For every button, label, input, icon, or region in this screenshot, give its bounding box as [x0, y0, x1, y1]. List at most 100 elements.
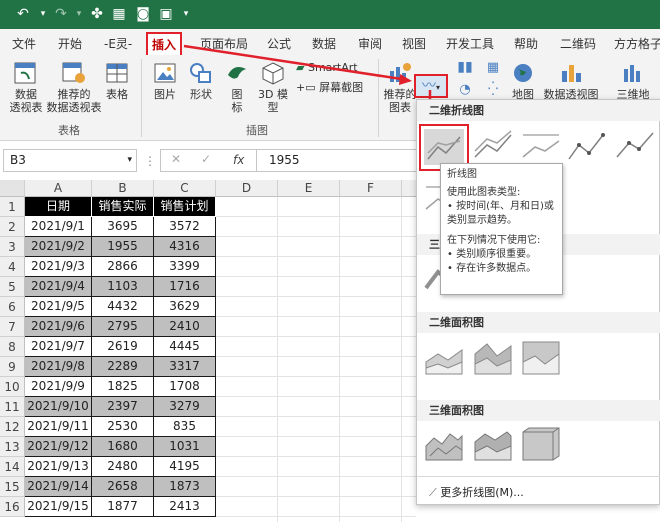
date-cell[interactable]: 2021/9/1 — [25, 217, 92, 237]
column-header-b[interactable]: B — [92, 180, 154, 197]
date-cell[interactable]: 2021/9/10 — [25, 397, 92, 417]
actual-cell[interactable]: 2619 — [92, 337, 154, 357]
date-cell[interactable]: 2021/9/3 — [25, 257, 92, 277]
empty-cells[interactable] — [216, 197, 416, 522]
plan-cell[interactable]: 3399 — [154, 257, 216, 277]
actual-cell[interactable]: 2795 — [92, 317, 154, 337]
actual-cell[interactable]: 2530 — [92, 417, 154, 437]
row-header[interactable]: 11 — [0, 397, 25, 417]
header-cell-actual[interactable]: 销售实际 — [92, 197, 154, 217]
header-cell-date[interactable]: 日期 — [25, 197, 92, 217]
actual-cell[interactable]: 1103 — [92, 277, 154, 297]
plan-cell[interactable]: 835 — [154, 417, 216, 437]
row-header[interactable]: 3 — [0, 237, 25, 257]
name-box[interactable]: B3 ▾ — [3, 149, 137, 172]
actual-cell[interactable]: 2658 — [92, 477, 154, 497]
row-header[interactable]: 10 — [0, 377, 25, 397]
confirm-icon[interactable]: ✓ — [201, 152, 211, 166]
date-cell[interactable]: 2021/9/4 — [25, 277, 92, 297]
date-cell[interactable]: 2021/9/2 — [25, 237, 92, 257]
actual-cell[interactable]: 1955 — [92, 237, 154, 257]
actual-cell[interactable]: 2397 — [92, 397, 154, 417]
row-header[interactable]: 1 — [0, 197, 25, 217]
tooltip-line: 使用此图表类型: — [447, 187, 521, 198]
row-header[interactable]: 14 — [0, 457, 25, 477]
plan-cell[interactable]: 1708 — [154, 377, 216, 397]
more-line-charts-link[interactable]: ⟋ 更多折线图(M)... — [429, 484, 524, 500]
arrow-line-to-chart — [183, 44, 409, 82]
area-thumb[interactable] — [424, 340, 464, 376]
column-header-d[interactable]: D — [216, 180, 278, 197]
row-header[interactable]: 16 — [0, 497, 25, 517]
row-header[interactable]: 12 — [0, 417, 25, 437]
date-cell[interactable]: 2021/9/12 — [25, 437, 92, 457]
row-header[interactable]: 4 — [0, 257, 25, 277]
section-3d-area: 三维面积图 — [417, 400, 660, 421]
date-cell[interactable]: 2021/9/9 — [25, 377, 92, 397]
chart-tooltip: 折线图 使用此图表类型: • 按时间(年、月和日)或类别显示趋势。 在下列情况下… — [440, 163, 563, 295]
actual-cell[interactable]: 3695 — [92, 217, 154, 237]
section-2d-line: 二维折线图 — [417, 100, 660, 121]
date-cell[interactable]: 2021/9/13 — [25, 457, 92, 477]
3d-percent-area-thumb[interactable] — [521, 426, 561, 462]
actual-cell[interactable]: 2866 — [92, 257, 154, 277]
plan-cell[interactable]: 4195 — [154, 457, 216, 477]
3d-area-thumb[interactable] — [424, 426, 464, 462]
tooltip-title: 折线图 — [447, 169, 477, 180]
row-header[interactable]: 13 — [0, 437, 25, 457]
plan-cell[interactable]: 3629 — [154, 297, 216, 317]
stacked-line-thumb[interactable] — [473, 129, 513, 165]
plan-cell[interactable]: 3279 — [154, 397, 216, 417]
row-header[interactable]: 5 — [0, 277, 25, 297]
plan-cell[interactable]: 1716 — [154, 277, 216, 297]
actual-cell[interactable]: 1877 — [92, 497, 154, 517]
actual-cell[interactable]: 4432 — [92, 297, 154, 317]
section-2d-area: 二维面积图 — [417, 312, 660, 333]
row-header[interactable]: 9 — [0, 357, 25, 377]
plan-cell[interactable]: 3317 — [154, 357, 216, 377]
date-cell[interactable]: 2021/9/6 — [25, 317, 92, 337]
formula-controls: ✕ ✓ fx — [160, 149, 256, 172]
column-header-a[interactable]: A — [25, 180, 92, 197]
actual-cell[interactable]: 1825 — [92, 377, 154, 397]
column-header-e[interactable]: E — [278, 180, 340, 197]
plan-cell[interactable]: 2413 — [154, 497, 216, 517]
plan-cell[interactable]: 1031 — [154, 437, 216, 457]
actual-cell[interactable]: 1680 — [92, 437, 154, 457]
row-header[interactable]: 2 — [0, 217, 25, 237]
percent-stacked-area-thumb[interactable] — [521, 340, 561, 376]
column-header-c[interactable]: C — [154, 180, 216, 197]
line-markers-thumb[interactable] — [567, 129, 607, 165]
row-header[interactable]: 15 — [0, 477, 25, 497]
percent-stacked-line-thumb[interactable] — [521, 129, 561, 165]
column-header-f[interactable]: F — [340, 180, 402, 197]
stacked-area-thumb[interactable] — [473, 340, 513, 376]
actual-cell[interactable]: 2480 — [92, 457, 154, 477]
header-cell-plan[interactable]: 销售计划 — [154, 197, 216, 217]
date-cell[interactable]: 2021/9/8 — [25, 357, 92, 377]
date-cell[interactable]: 2021/9/14 — [25, 477, 92, 497]
select-all-corner[interactable] — [0, 180, 25, 197]
row-header[interactable]: 6 — [0, 297, 25, 317]
plan-cell[interactable]: 2410 — [154, 317, 216, 337]
arrow-head-to-chart — [399, 74, 412, 85]
chevron-down-icon: ▾ — [127, 155, 132, 165]
plan-cell[interactable]: 3572 — [154, 217, 216, 237]
tooltip-line: • 按时间(年、月和日)或类别显示趋势。 — [447, 201, 554, 226]
plan-cell[interactable]: 4445 — [154, 337, 216, 357]
tooltip-line: • 类别顺序很重要。 — [447, 249, 537, 260]
date-cell[interactable]: 2021/9/11 — [25, 417, 92, 437]
plan-cell[interactable]: 1873 — [154, 477, 216, 497]
row-header[interactable]: 7 — [0, 317, 25, 337]
stacked-line-markers-thumb[interactable] — [615, 129, 655, 165]
row-header[interactable]: 8 — [0, 337, 25, 357]
date-cell[interactable]: 2021/9/15 — [25, 497, 92, 517]
actual-cell[interactable]: 2289 — [92, 357, 154, 377]
splitter-dots-icon: ⋮ — [144, 154, 156, 168]
plan-cell[interactable]: 4316 — [154, 237, 216, 257]
insert-function-button[interactable]: fx — [233, 153, 244, 167]
date-cell[interactable]: 2021/9/5 — [25, 297, 92, 317]
cancel-icon[interactable]: ✕ — [171, 152, 181, 166]
3d-stacked-area-thumb[interactable] — [473, 426, 513, 462]
date-cell[interactable]: 2021/9/7 — [25, 337, 92, 357]
